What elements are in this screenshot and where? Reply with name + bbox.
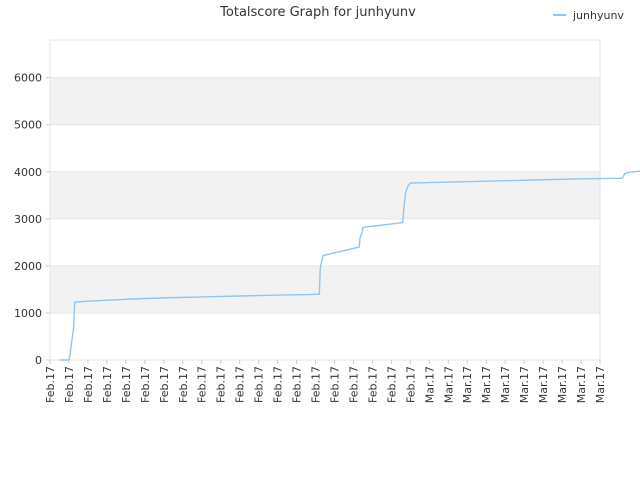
- y-tick-label: 2000: [14, 260, 42, 273]
- x-tick-label: Feb.17: [139, 366, 152, 403]
- legend[interactable]: junhyunv: [553, 9, 624, 22]
- x-tick-label: Feb.17: [366, 366, 379, 403]
- y-tick-label: 1000: [14, 307, 42, 320]
- band: [50, 265, 600, 313]
- band: [50, 77, 600, 125]
- y-tick-label: 0: [35, 354, 42, 367]
- x-tick-label: Mar.17: [575, 366, 588, 403]
- x-tick-label: Feb.17: [63, 366, 76, 403]
- x-tick-label: Mar.17: [556, 366, 569, 403]
- x-tick-label: Feb.17: [347, 366, 360, 403]
- x-tick-label: Feb.17: [215, 366, 228, 403]
- y-tick-label: 6000: [14, 72, 42, 85]
- y-tick-label: 4000: [14, 166, 42, 179]
- x-tick-label: Mar.17: [423, 366, 436, 403]
- y-axis: 0 1000 2000 3000 4000 5000 6000: [14, 72, 50, 367]
- x-tick-label: Mar.17: [442, 366, 455, 403]
- band: [50, 171, 600, 219]
- x-tick-label: Feb.17: [291, 366, 304, 403]
- x-tick-label: Feb.17: [328, 366, 341, 403]
- legend-label-junhyunv: junhyunv: [572, 9, 624, 22]
- x-tick-label: Feb.17: [234, 366, 247, 403]
- x-tick-label: Feb.17: [44, 366, 57, 403]
- x-tick-label: Feb.17: [177, 366, 190, 403]
- x-tick-label: Feb.17: [82, 366, 95, 403]
- x-tick-label: Feb.17: [253, 366, 266, 403]
- x-tick-label: Mar.17: [499, 366, 512, 403]
- y-tick-label: 5000: [14, 119, 42, 132]
- x-tick-label: Feb.17: [404, 366, 417, 403]
- chart-title: Totalscore Graph for junhyunv: [219, 5, 416, 20]
- x-tick-label: Mar.17: [537, 366, 550, 403]
- x-tick-label: Feb.17: [158, 366, 171, 403]
- x-tick-label: Feb.17: [310, 366, 323, 403]
- x-tick-label: Feb.17: [120, 366, 133, 403]
- background-bands: [50, 77, 600, 313]
- x-tick-label: Feb.17: [101, 366, 114, 403]
- x-tick-label: Mar.17: [461, 366, 474, 403]
- x-tick-label: Mar.17: [518, 366, 531, 403]
- x-axis: Feb.17 Feb.17 Feb.17 Feb.17 Feb.17 Feb.17 Feb.…: [44, 360, 607, 403]
- x-tick-label: Mar.17: [594, 366, 607, 403]
- x-tick-label: Feb.17: [385, 366, 398, 403]
- line-chart: 0100020003000400050006000 Feb.17 Feb.17 Fe…: [14, 5, 640, 403]
- x-tick-label: Feb.17: [196, 366, 209, 403]
- x-tick-label: Mar.17: [480, 366, 493, 403]
- x-tick-label: Feb.17: [272, 366, 285, 403]
- y-tick-label: 3000: [14, 213, 42, 226]
